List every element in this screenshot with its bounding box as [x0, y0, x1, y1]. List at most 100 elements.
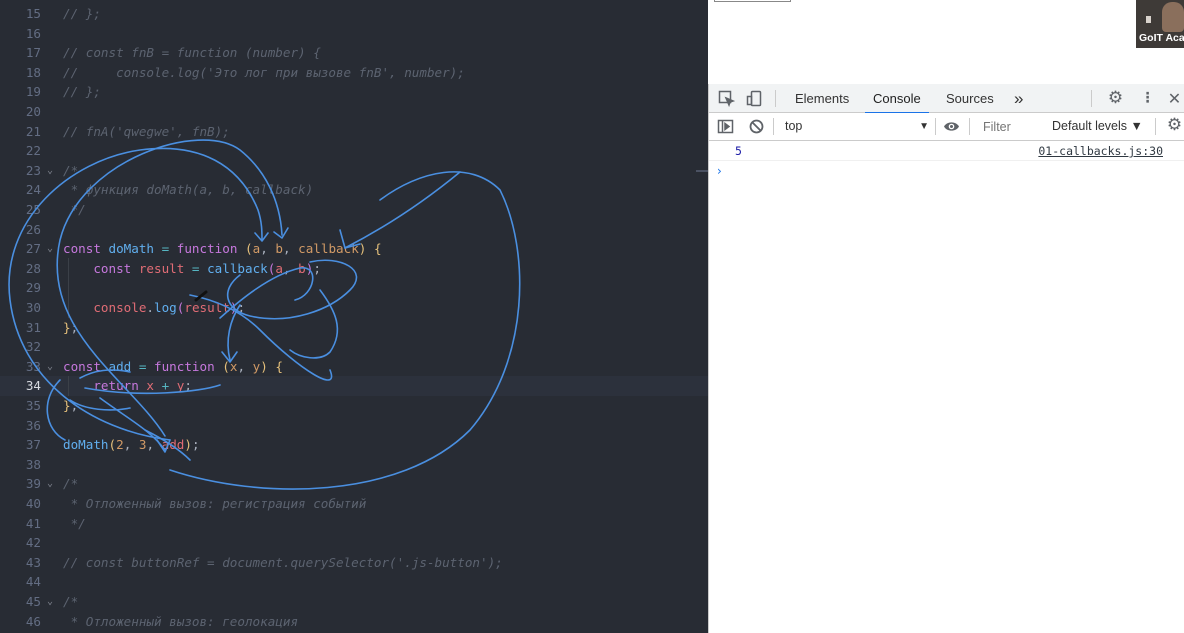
- code-text: * Отложенный вызов: регистрация событий: [63, 494, 367, 514]
- code-line[interactable]: 45 ⌄ /*: [0, 592, 708, 612]
- code-token: ,: [123, 437, 139, 453]
- close-icon[interactable]: ✕: [1166, 90, 1183, 107]
- line-number: 34: [25, 378, 41, 394]
- code-line[interactable]: 29: [0, 278, 708, 298]
- presenter-image: [1162, 2, 1184, 32]
- code-line[interactable]: 23 ⌄ /*: [0, 161, 708, 181]
- log-levels-dropdown[interactable]: Default levels ▼: [1052, 116, 1143, 137]
- code-text: const add = function (x, y) {: [63, 357, 283, 377]
- code-line[interactable]: 15 // };: [0, 4, 708, 24]
- toolbar-divider: [1155, 118, 1156, 135]
- code-line[interactable]: 39 ⌄ /*: [0, 474, 708, 494]
- webcam-overlay: GoIT Aca: [1136, 0, 1184, 48]
- device-toolbar-icon[interactable]: [746, 90, 763, 107]
- code-line[interactable]: 32: [0, 337, 708, 357]
- code-text: // fnA('qwegwe', fnB);: [63, 122, 230, 142]
- devtools-panel: Elements Console Sources » ⚙ ⋮ ✕ top ▼ F…: [708, 84, 1184, 633]
- code-token: 2: [116, 437, 124, 453]
- tab-elements[interactable]: Elements: [795, 84, 849, 113]
- code-line[interactable]: 41 */: [0, 514, 708, 534]
- code-token: ,: [146, 437, 162, 453]
- code-line[interactable]: 40 * Отложенный вызов: регистрация событ…: [0, 494, 708, 514]
- code-line[interactable]: 24 * функция doMath(a, b, callback): [0, 180, 708, 200]
- code-editor[interactable]: 15 // }; 16 17 // const fnB = function (numb…: [0, 0, 708, 633]
- fold-chevron-icon[interactable]: ⌄: [47, 357, 53, 377]
- gear-icon[interactable]: ⚙: [1107, 90, 1124, 107]
- fold-chevron-icon[interactable]: ⌄: [47, 474, 53, 494]
- fold-chevron-icon[interactable]: ⌄: [47, 161, 53, 181]
- code-line[interactable]: 28 const result = callback(a, b);: [0, 259, 708, 279]
- code-line[interactable]: 18 // console.log('Это лог при вызове fnB…: [0, 63, 708, 83]
- more-tabs-button[interactable]: »: [1014, 84, 1023, 113]
- code-line[interactable]: 36: [0, 416, 708, 436]
- code-line[interactable]: 26: [0, 220, 708, 240]
- line-number: 46: [25, 613, 41, 629]
- line-number: 40: [25, 496, 41, 511]
- code-token: ;: [70, 319, 79, 335]
- line-number: 42: [25, 535, 41, 551]
- line-number: 38: [25, 456, 41, 472]
- console-message-source-link[interactable]: 01-callbacks.js:30: [1038, 141, 1163, 161]
- code-text: // console.log('Это лог при вызове fnB',…: [63, 63, 465, 83]
- fold-chevron-icon[interactable]: ⌄: [47, 592, 53, 612]
- code-text: * функция doMath(a, b, callback): [63, 180, 314, 200]
- kebab-menu-icon[interactable]: ⋮: [1139, 90, 1156, 107]
- code-token: result: [138, 260, 185, 276]
- code-token: add: [161, 437, 185, 453]
- line-number: 43: [25, 554, 41, 570]
- code-line[interactable]: 22: [0, 141, 708, 161]
- code-text: // };: [63, 4, 101, 24]
- code-token: }: [63, 398, 71, 413]
- code-text: */: [63, 200, 86, 220]
- code-line[interactable]: 38: [0, 455, 708, 475]
- code-line[interactable]: 25 */: [0, 200, 708, 220]
- line-number: 32: [25, 339, 41, 355]
- code-line[interactable]: 37 doMath(2, 3, add);: [0, 435, 708, 455]
- page-button[interactable]: [714, 0, 791, 2]
- line-number: 33: [25, 358, 41, 374]
- code-line[interactable]: 43 // const buttonRef = document.querySel…: [0, 553, 708, 573]
- code-line[interactable]: 33 ⌄ const add = function (x, y) {: [0, 357, 708, 377]
- code-line[interactable]: 16: [0, 24, 708, 44]
- tab-console[interactable]: Console: [865, 84, 929, 114]
- code-line[interactable]: 44: [0, 572, 708, 592]
- sidebar-toggle-icon[interactable]: [717, 118, 734, 135]
- indent-guide: [68, 376, 69, 396]
- code-token: result: [184, 300, 230, 315]
- line-number: 26: [25, 221, 41, 237]
- code-line[interactable]: 30 console.log(result);: [0, 298, 708, 318]
- line-number: 30: [25, 300, 41, 315]
- console-settings-icon[interactable]: ⚙: [1166, 117, 1183, 134]
- code-line[interactable]: 21 // fnA('qwegwe', fnB);: [0, 122, 708, 142]
- console-prompt[interactable]: ›: [717, 164, 722, 178]
- tab-sources[interactable]: Sources: [946, 84, 994, 113]
- fold-chevron-icon[interactable]: ⌄: [47, 239, 53, 259]
- toolbar-divider: [969, 118, 970, 135]
- line-number: 41: [25, 515, 41, 531]
- code-text: /*: [63, 474, 78, 494]
- code-token: ,: [237, 358, 253, 374]
- code-line[interactable]: 42: [0, 533, 708, 553]
- code-line[interactable]: 35};: [0, 396, 708, 416]
- code-line[interactable]: 31};: [0, 318, 708, 338]
- line-number: 18: [25, 64, 41, 80]
- line-number: 37: [25, 437, 41, 453]
- console-filter-input[interactable]: [977, 116, 1043, 137]
- eye-icon[interactable]: [943, 118, 960, 135]
- scrollbar-marker[interactable]: [696, 170, 708, 172]
- code-token: // };: [63, 6, 101, 21]
- inspect-icon[interactable]: [718, 90, 736, 108]
- code-line[interactable]: 34 return x + y;: [0, 376, 708, 396]
- code-line[interactable]: 20: [0, 102, 708, 122]
- code-token: return: [93, 378, 147, 394]
- code-line[interactable]: 19 // };: [0, 82, 708, 102]
- code-token: log: [154, 300, 177, 315]
- context-selector[interactable]: top ▼: [779, 116, 929, 137]
- line-number: 21: [25, 123, 41, 139]
- clear-console-icon[interactable]: [748, 118, 765, 135]
- code-line[interactable]: 17 // const fnB = function (number) {: [0, 43, 708, 63]
- line-number: 19: [25, 84, 41, 100]
- code-token: ;: [191, 437, 200, 453]
- code-line[interactable]: 46 * Отложенный вызов: геолокация: [0, 612, 708, 632]
- code-line[interactable]: 27 ⌄ const doMath = function (a, b, callba…: [0, 239, 708, 259]
